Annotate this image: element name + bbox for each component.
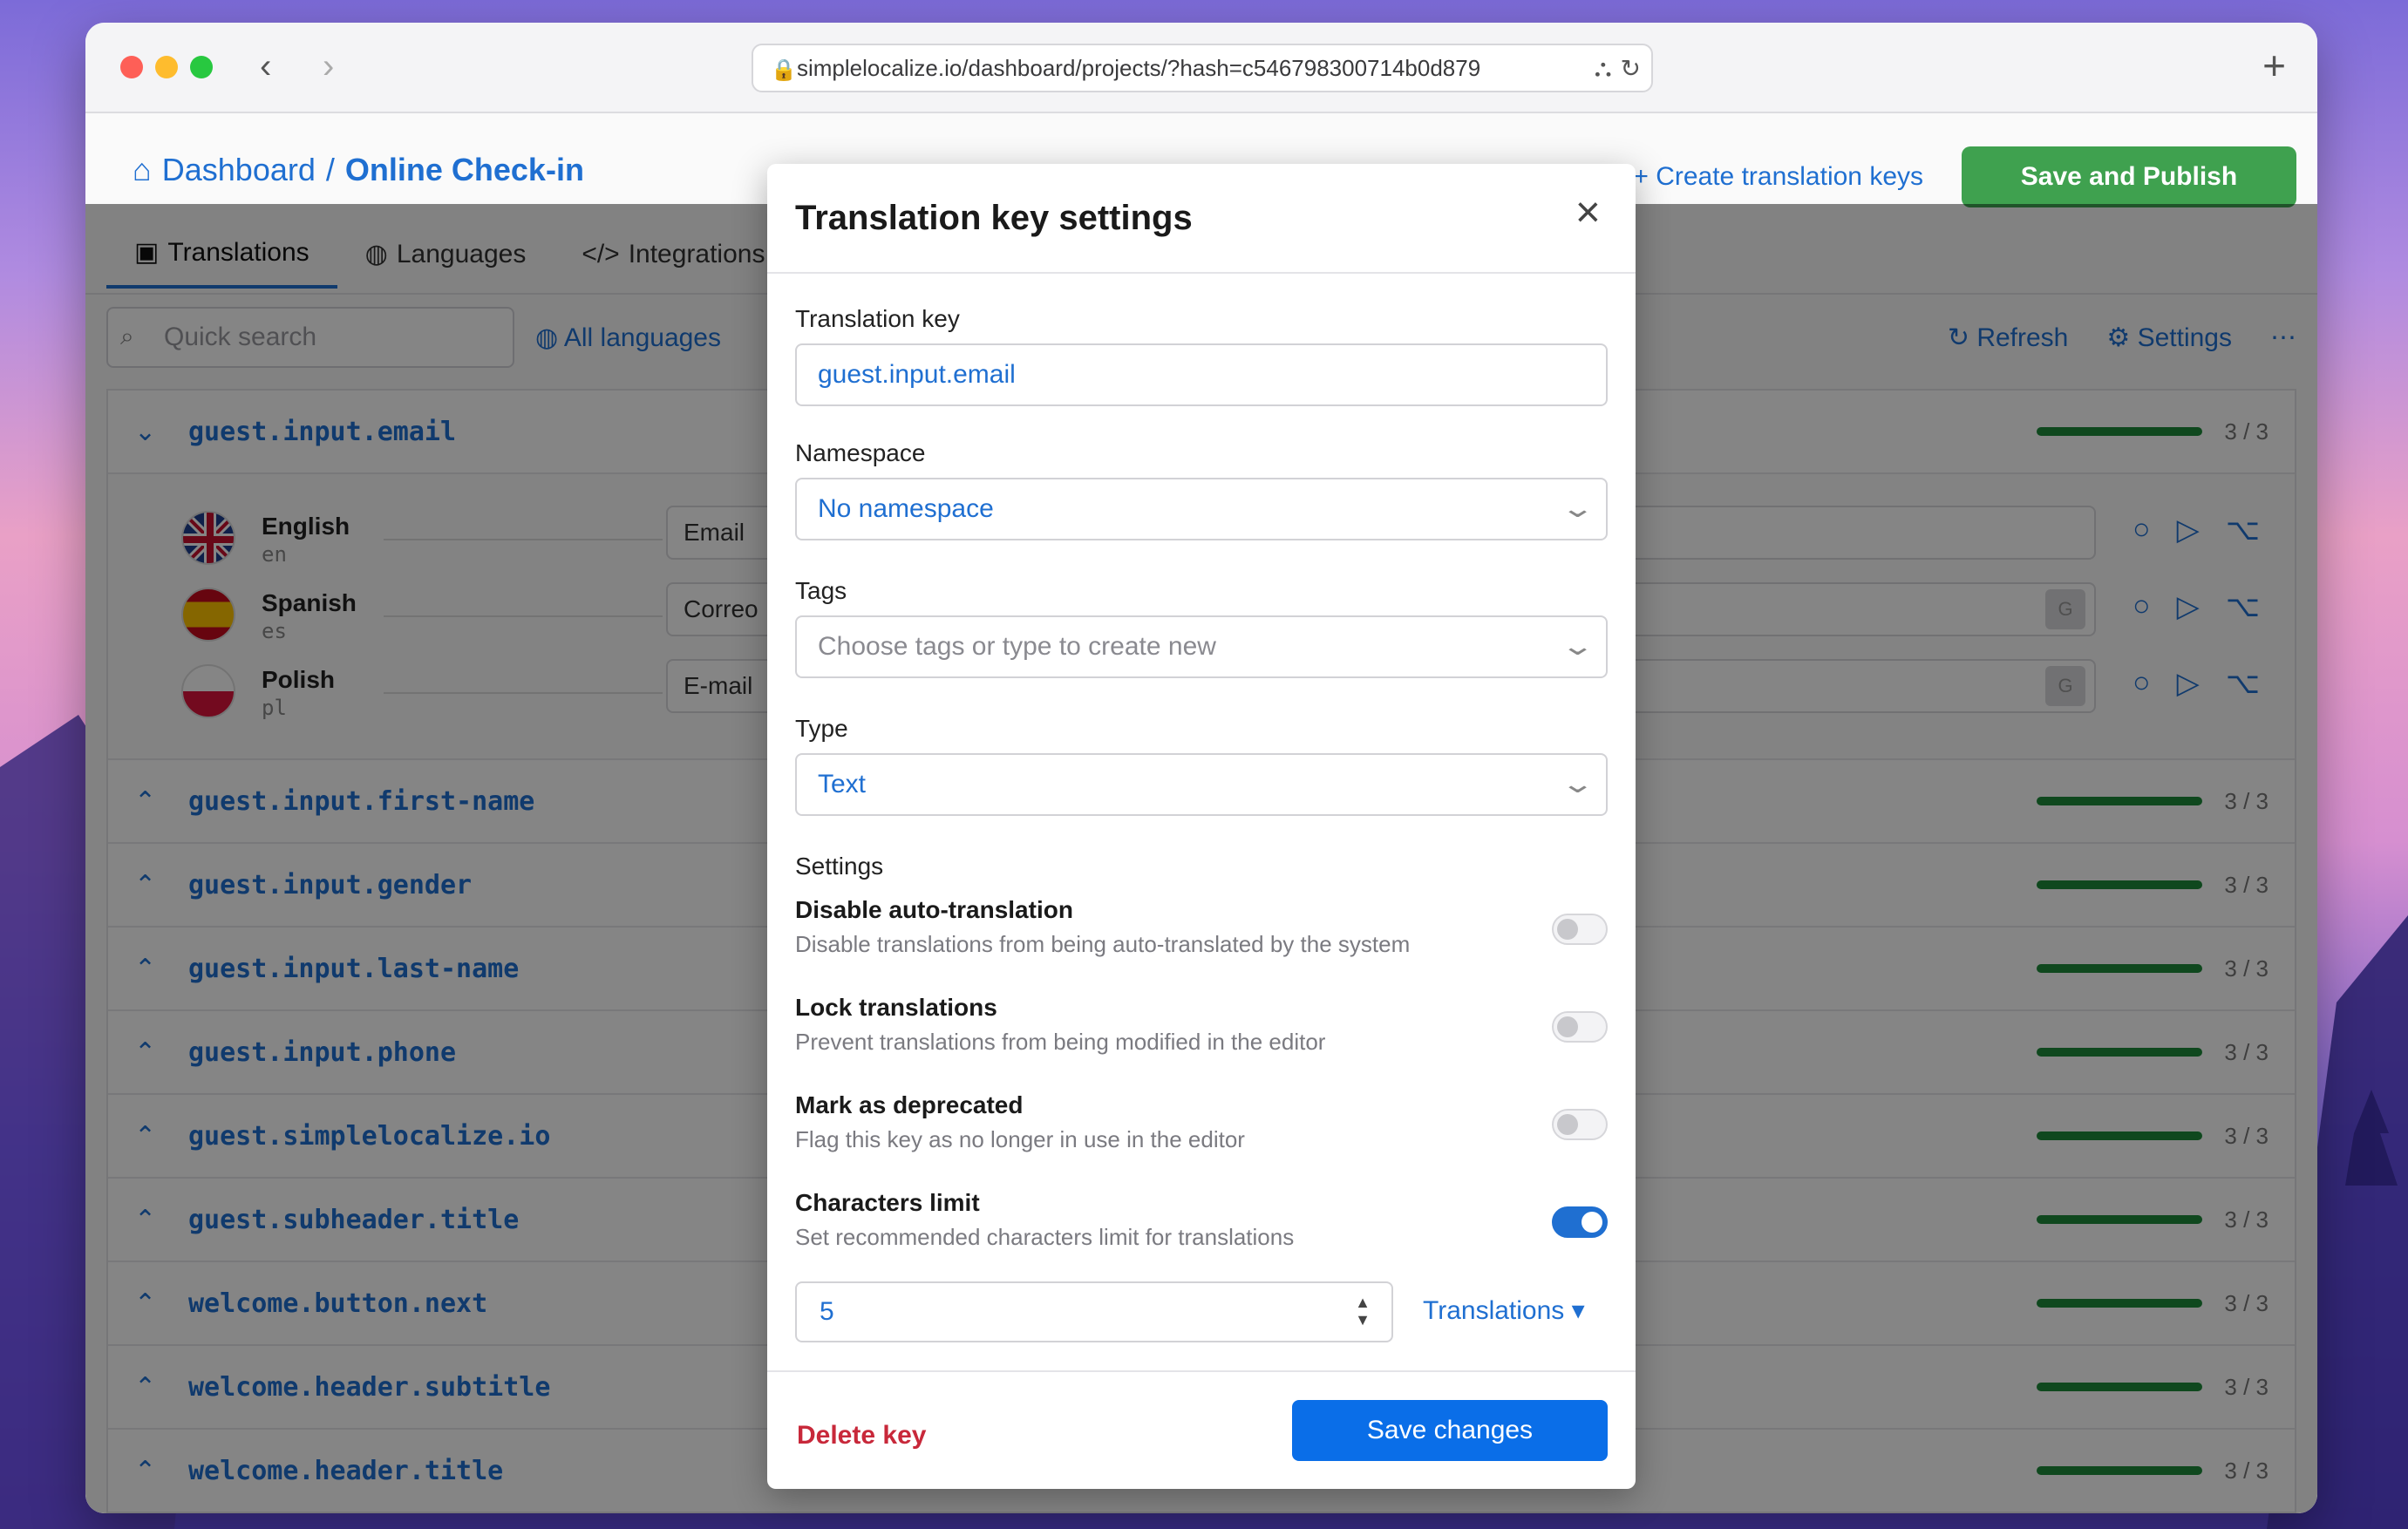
back-arrow-icon[interactable]: ‹ [260, 49, 271, 84]
number-stepper-icon[interactable]: ▲ ▼ [1355, 1294, 1371, 1329]
mark-deprecated-toggle[interactable] [1552, 1109, 1608, 1140]
maximize-window-button[interactable] [190, 56, 213, 78]
new-tab-icon[interactable]: + [2262, 42, 2286, 89]
breadcrumb-dashboard[interactable]: Dashboard [162, 152, 316, 188]
tags-select[interactable]: Choose tags or type to create new ⌄ [795, 615, 1608, 678]
address-bar[interactable]: 🔒 simplelocalize.io/dashboard/projects/?… [752, 44, 1653, 92]
plus-icon: + [1633, 162, 1656, 191]
setting-title: Lock translations [795, 994, 997, 1021]
namespace-label: Namespace [795, 439, 926, 466]
lock-translations-toggle[interactable] [1552, 1011, 1608, 1043]
reload-icon[interactable]: ↻ [1621, 54, 1641, 83]
setting-description: Set recommended characters limit for tra… [795, 1224, 1295, 1250]
limit-scope-label: Translations [1423, 1296, 1565, 1325]
translation-key-input[interactable]: guest.input.email [795, 343, 1608, 406]
setting-description: Flag this key as no longer in use in the… [795, 1126, 1245, 1152]
translate-page-icon[interactable]: ⛬ [1595, 54, 1612, 83]
setting-title: Mark as deprecated [795, 1091, 1024, 1118]
create-translation-keys-label: Create translation keys [1656, 162, 1923, 191]
characters-limit-toggle[interactable] [1552, 1206, 1608, 1238]
chevron-down-icon: ⌄ [1560, 632, 1595, 661]
chevron-down-icon: ⌄ [1560, 494, 1595, 523]
settings-heading: Settings [795, 853, 884, 880]
delete-key-button[interactable]: Delete key [797, 1421, 926, 1451]
save-changes-button[interactable]: Save changes [1292, 1400, 1608, 1461]
home-icon[interactable]: ⌂ [133, 152, 152, 188]
setting-description: Disable translations from being auto-tra… [795, 931, 1411, 957]
namespace-value: No namespace [818, 494, 994, 523]
close-window-button[interactable] [120, 56, 143, 78]
dialog-title: Translation key settings [795, 199, 1193, 237]
disable-auto-translation-toggle[interactable] [1552, 914, 1608, 945]
type-value: Text [818, 770, 867, 798]
setting-title: Characters limit [795, 1189, 980, 1216]
url-text: simplelocalize.io/dashboard/projects/?ha… [797, 54, 1481, 81]
close-icon[interactable]: × [1575, 190, 1601, 234]
translation-key-label: Translation key [795, 305, 960, 332]
characters-limit-input[interactable]: 5 ▲ ▼ [795, 1281, 1393, 1342]
lock-icon: 🔒 [771, 58, 797, 82]
setting-title: Disable auto-translation [795, 896, 1073, 923]
characters-limit-value: 5 [820, 1297, 834, 1326]
forward-arrow-icon[interactable]: › [323, 49, 334, 84]
limit-scope-dropdown[interactable]: Translations ▾ [1423, 1295, 1585, 1326]
tags-label: Tags [795, 577, 847, 604]
type-select[interactable]: Text ⌄ [795, 753, 1608, 816]
minimize-window-button[interactable] [155, 56, 178, 78]
save-and-publish-button[interactable]: Save and Publish [1962, 146, 2296, 207]
namespace-select[interactable]: No namespace ⌄ [795, 478, 1608, 540]
type-label: Type [795, 715, 848, 742]
caret-down-icon: ▾ [1564, 1296, 1585, 1325]
breadcrumb-separator: / [325, 152, 335, 187]
breadcrumb: ⌂ Dashboard / Online Check-in [133, 152, 584, 188]
dialog-header: Translation key settings × [767, 164, 1636, 274]
browser-titlebar: ‹ › 🔒 simplelocalize.io/dashboard/projec… [85, 23, 2317, 113]
setting-description: Prevent translations from being modified… [795, 1029, 1326, 1055]
breadcrumb-project[interactable]: Online Check-in [345, 152, 584, 188]
create-translation-keys-link[interactable]: + Create translation keys [1633, 162, 1923, 192]
translation-key-settings-dialog: Translation key settings × Translation k… [767, 164, 1636, 1489]
dialog-footer: Delete key Save changes [767, 1370, 1636, 1489]
chevron-down-icon: ⌄ [1560, 770, 1595, 798]
tags-placeholder: Choose tags or type to create new [818, 632, 1216, 661]
